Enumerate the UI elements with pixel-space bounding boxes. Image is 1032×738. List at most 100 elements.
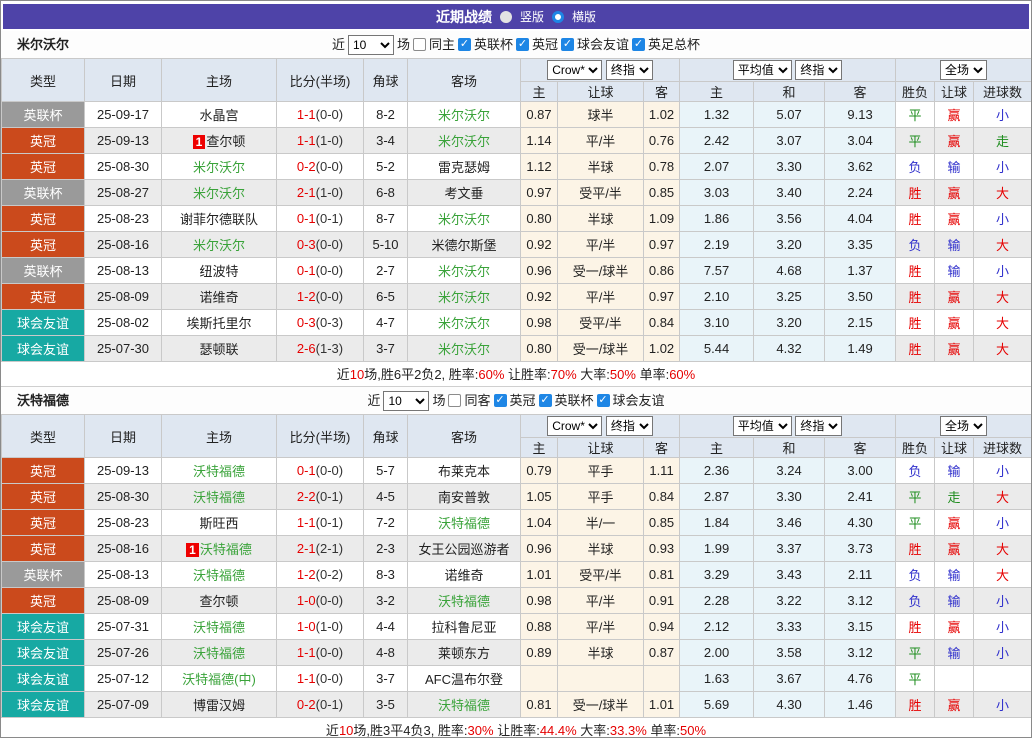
home-team-cell: 1 查尔顿: [161, 127, 277, 154]
half-time-score: (0-1): [315, 211, 344, 226]
handicap-home-odds: 0.98: [520, 587, 558, 614]
sub-column-header: 客: [824, 437, 897, 458]
handicap-line: [557, 665, 644, 692]
away-team-cell: 沃特福德: [407, 587, 521, 614]
half-time-score: (0-0): [315, 159, 344, 174]
half-time-score: (0-1): [315, 697, 344, 712]
away-team-cell: 布莱克本: [407, 457, 521, 484]
date-cell: 25-08-30: [84, 483, 162, 510]
handicap-period-select[interactable]: 终指: [605, 416, 653, 436]
handicap-period-select[interactable]: 终指: [605, 60, 653, 80]
corner-cell: 7-2: [363, 509, 408, 536]
column-header: 类型: [1, 58, 85, 102]
same-venue-checkbox[interactable]: [448, 394, 462, 407]
europe-period-select[interactable]: 终指: [795, 416, 843, 436]
corner-cell: 5-10: [363, 231, 408, 258]
summary-segment: 30%: [467, 723, 494, 738]
summary-segment: 大率:: [576, 367, 610, 382]
header-selects-row: 类型 日期 主场 比分(半场) 角球 客场 Crow* 终指 平均值 终指 全场: [1, 58, 1031, 102]
match-count-select[interactable]: 10: [347, 34, 394, 55]
home-team-name: 米尔沃尔: [192, 186, 245, 201]
result-goals-cell: 小: [973, 101, 1031, 128]
scope-select[interactable]: 全场: [940, 60, 988, 80]
home-team-name: 埃斯托里尔: [186, 316, 252, 331]
summary-segment: 场,胜3平4负3, 胜率:: [353, 723, 468, 738]
same-venue-checkbox[interactable]: [412, 38, 426, 51]
full-time-score: 1-1: [296, 671, 316, 686]
full-time-score: 2-1: [296, 185, 316, 200]
full-time-score: 1-1: [296, 645, 316, 660]
away-team-name: 米尔沃尔: [437, 342, 490, 357]
europe-period-select[interactable]: 终指: [795, 60, 843, 80]
match-count-select[interactable]: 10: [383, 390, 430, 411]
matches-table: 类型 日期 主场 比分(半场) 角球 客场 Crow* 终指 平均值 终指 全场主让球客主和客胜…: [1, 414, 1031, 718]
result-outcome-cell: 负: [895, 231, 936, 258]
result-outcome-cell: 平: [895, 101, 936, 128]
match-type-badge: 英冠: [1, 509, 85, 536]
euro-draw-odds: 3.22: [753, 587, 826, 614]
euro-draw-odds: 3.67: [753, 665, 826, 692]
summary-segment: 单率:: [646, 723, 681, 738]
match-row: 英冠 25-08-09 查尔顿 1-0(0-0) 3-2 沃特福德 0.98 平/半 0.91 2…: [1, 587, 1031, 614]
horizontal-layout-radio[interactable]: [552, 10, 564, 23]
match-row: 球会友谊 25-07-30 瑟顿联 2-6(1-3) 3-7 米尔沃尔 0.80 受一/球半 1…: [1, 335, 1031, 362]
result-outcome-cell: 平: [895, 639, 936, 666]
home-team-name: 沃特福德(中): [182, 672, 256, 687]
result-handicap-cell: 输: [934, 457, 975, 484]
away-team-cell: 考文垂: [407, 179, 521, 206]
competition-label: 球会友谊: [577, 37, 630, 52]
competition-checkbox[interactable]: ✓: [457, 38, 471, 51]
matches-table: 类型 日期 主场 比分(半场) 角球 客场 Crow* 终指 平均值 终指 全场主让球客主和客胜…: [1, 58, 1031, 362]
vertical-layout-radio[interactable]: [499, 10, 512, 23]
euro-away-odds: 4.76: [824, 665, 897, 692]
date-cell: 25-09-17: [84, 101, 162, 128]
away-team-name: 女王公园巡游者: [418, 542, 510, 557]
euro-home-odds: 2.07: [679, 153, 755, 180]
summary-segment: 近: [336, 367, 350, 382]
competition-checkbox[interactable]: ✓: [516, 38, 529, 51]
scope-select[interactable]: 全场: [940, 416, 988, 436]
handicap-line: 半球: [557, 535, 644, 562]
bookmaker-select[interactable]: Crow*: [547, 416, 603, 436]
corner-cell: 4-7: [363, 309, 408, 336]
handicap-home-odds: 0.89: [520, 639, 558, 666]
euro-away-odds: 1.46: [824, 691, 897, 718]
euro-away-odds: 3.73: [824, 535, 897, 562]
match-type-badge: 英联杯: [1, 101, 85, 128]
match-type-badge: 英冠: [1, 231, 85, 258]
handicap-away-odds: 0.78: [642, 153, 681, 180]
competition-checkbox[interactable]: ✓: [538, 394, 552, 407]
result-handicap-cell: 输: [934, 561, 975, 588]
half-time-score: (0-2): [315, 567, 344, 582]
away-team-cell: 米德尔斯堡: [407, 231, 521, 258]
average-select[interactable]: 平均值: [732, 416, 792, 436]
sub-column-header: 进球数: [973, 81, 1031, 102]
handicap-line: 平/半: [557, 587, 644, 614]
euro-home-odds: 2.87: [679, 483, 755, 510]
summary-segment: 让胜率:: [504, 367, 551, 382]
corner-cell: 3-4: [363, 127, 408, 154]
average-select[interactable]: 平均值: [732, 60, 792, 80]
column-header: 客场: [407, 414, 521, 458]
away-team-cell: 米尔沃尔: [407, 127, 521, 154]
bookmaker-select[interactable]: Crow*: [547, 60, 603, 80]
corner-cell: 3-7: [363, 335, 408, 362]
competition-checkbox[interactable]: ✓: [632, 38, 646, 51]
euro-draw-odds: 3.20: [753, 231, 826, 258]
result-outcome-cell: 胜: [895, 205, 936, 232]
handicap-away-odds: 1.02: [642, 335, 681, 362]
euro-draw-odds: 3.20: [753, 309, 826, 336]
full-time-score: 1-0: [296, 619, 316, 634]
match-row: 英联杯 25-08-13 沃特福德 1-2(0-2) 8-3 诺维奇 1.01 受平/半 0.8…: [1, 561, 1031, 588]
team-section: 沃特福德近 10 场同客 ✓ 英冠 ✓ 英联杯 ✓ 球会友谊 类型 日期 主场 比分(半场) 角球 客场 Cr…: [1, 387, 1031, 738]
result-handicap-cell: 输: [934, 639, 975, 666]
handicap-line: 平/半: [557, 127, 644, 154]
competition-checkbox[interactable]: ✓: [561, 38, 575, 51]
competition-checkbox[interactable]: ✓: [596, 394, 610, 407]
away-team-cell: 沃特福德: [407, 691, 521, 718]
home-team-cell: 1 沃特福德: [161, 535, 277, 562]
handicap-home-odds: 0.87: [520, 101, 558, 128]
sub-column-header: 胜负: [895, 81, 936, 102]
column-header: 比分(半场): [276, 58, 364, 102]
competition-checkbox[interactable]: ✓: [493, 394, 507, 407]
